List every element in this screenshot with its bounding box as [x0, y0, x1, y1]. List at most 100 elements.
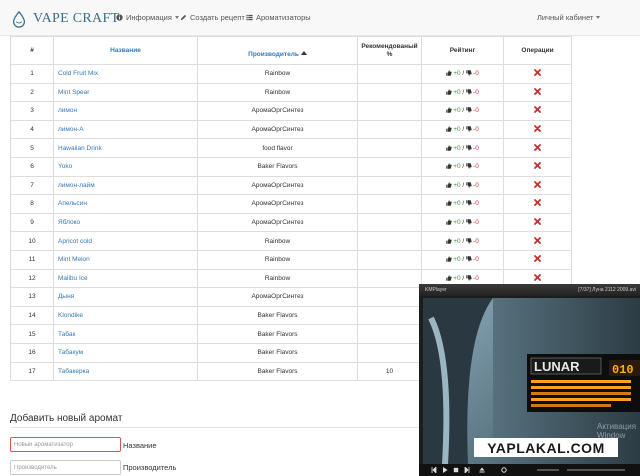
rating-down: -0: [473, 70, 479, 78]
settings-icon[interactable]: [501, 467, 507, 473]
flavor-name-link[interactable]: Malibu Ice: [53, 268, 198, 289]
table-row: 6 Yoko Baker Flavors +0 / -0: [10, 156, 572, 177]
rating-down: -0: [473, 256, 479, 264]
operations-cell[interactable]: [503, 212, 572, 233]
delete-icon[interactable]: [534, 199, 541, 207]
stop-icon[interactable]: [453, 467, 459, 473]
prev-icon[interactable]: [431, 467, 437, 473]
flavor-name-link[interactable]: лимон-лайм: [53, 175, 198, 196]
flavor-name-link[interactable]: Mint Melon: [53, 249, 198, 270]
nav-flavors[interactable]: Ароматизаторы: [246, 13, 311, 22]
flavor-name-link[interactable]: Hawaiian Drink: [53, 138, 198, 158]
rating-cell[interactable]: +0 / -0: [421, 194, 504, 214]
delete-icon[interactable]: [534, 125, 541, 132]
delete-icon[interactable]: [534, 143, 541, 151]
nav-create-recipe[interactable]: Создать рецепт: [180, 13, 245, 22]
column-header-manufacturer-label[interactable]: Производитель: [248, 51, 299, 58]
manufacturer-cell: АромаОргСинтез: [197, 175, 358, 196]
flavor-name-link[interactable]: лимон: [53, 101, 198, 121]
manufacturer-cell: food flavor: [197, 138, 358, 158]
volume-slider[interactable]: [537, 469, 559, 471]
flavor-name-link[interactable]: Klondike: [53, 305, 198, 326]
operations-cell[interactable]: [503, 101, 572, 121]
rating-cell[interactable]: +0 / -0: [421, 64, 504, 84]
rating-cell[interactable]: +0 / -0: [421, 212, 504, 233]
operations-cell[interactable]: [503, 119, 572, 140]
delete-icon[interactable]: [534, 69, 541, 77]
play-icon[interactable]: [442, 467, 448, 473]
thumbs-up-icon: [446, 107, 452, 114]
flavor-name-link[interactable]: Yoko: [53, 156, 198, 177]
thumbs-down-icon: [466, 70, 472, 76]
row-number: 5: [10, 138, 54, 158]
operations-cell[interactable]: [503, 249, 572, 270]
manufacturer-cell: АромаОргСинтез: [197, 287, 358, 307]
recommended-cell: [357, 287, 422, 307]
rating-cell[interactable]: +0 / -0: [421, 156, 504, 177]
flavor-name-link[interactable]: Табакерка: [53, 361, 198, 382]
recommended-cell: [357, 101, 422, 121]
operations-cell[interactable]: [503, 156, 572, 177]
row-number: 14: [10, 305, 54, 326]
yaplakal-watermark: YAPLAKAL.COM: [474, 438, 618, 457]
column-header-num: #: [10, 36, 54, 65]
rating-cell[interactable]: +0 / -0: [421, 82, 504, 103]
flavor-name-link[interactable]: Mint Spear: [53, 82, 198, 103]
eject-icon[interactable]: [479, 467, 485, 473]
table-row: 4 лимон-А АромаОргСинтез +0 / -0: [10, 119, 572, 140]
rating-down: -0: [473, 144, 479, 152]
operations-cell[interactable]: [503, 82, 572, 103]
brand[interactable]: VAPE CRAFT: [10, 9, 119, 29]
flavor-name-link[interactable]: Cold Fruit Mix: [53, 64, 198, 84]
flavor-name-link[interactable]: Apricot cold: [53, 231, 198, 251]
flavor-name-link[interactable]: Яблоко: [53, 212, 198, 233]
operations-cell[interactable]: [503, 194, 572, 214]
delete-icon[interactable]: [534, 87, 541, 95]
delete-icon[interactable]: [534, 218, 541, 225]
column-header-name[interactable]: Название: [53, 36, 198, 65]
flavor-name-link[interactable]: лимон-А: [53, 119, 198, 140]
column-header-name-label[interactable]: Название: [110, 47, 141, 54]
table-row: 7 лимон-лайм АромаОргСинтез +0 / -0: [10, 175, 572, 196]
thumbs-up-icon: [446, 89, 452, 95]
delete-icon[interactable]: [534, 273, 541, 281]
rating-cell[interactable]: +0 / -0: [421, 175, 504, 196]
column-header-manufacturer[interactable]: Производитель: [197, 36, 358, 65]
player-titlebar[interactable]: KMPlayer [7/37] Луна 2112 2009.avi: [419, 284, 640, 296]
operations-cell[interactable]: [503, 138, 572, 158]
rating-cell[interactable]: +0 / -0: [421, 231, 504, 251]
delete-icon[interactable]: [534, 180, 541, 188]
flavor-name-link[interactable]: Табакум: [53, 342, 198, 363]
nav-create-recipe-label: Создать рецепт: [190, 13, 245, 22]
nav-info[interactable]: Информация: [116, 13, 179, 22]
list-icon: [246, 14, 253, 21]
rating-cell[interactable]: +0 / -0: [421, 138, 504, 158]
row-number: 12: [10, 268, 54, 289]
seek-slider[interactable]: [567, 469, 625, 471]
delete-icon[interactable]: [534, 106, 541, 114]
recommended-cell: [357, 342, 422, 363]
operations-cell[interactable]: [503, 231, 572, 251]
operations-cell[interactable]: [503, 175, 572, 196]
delete-icon[interactable]: [534, 236, 541, 244]
rating-up: +0: [453, 181, 461, 189]
rating-down: -0: [473, 107, 479, 115]
delete-icon[interactable]: [534, 162, 541, 170]
rating-cell[interactable]: +0 / -0: [421, 249, 504, 270]
next-icon[interactable]: [464, 467, 470, 473]
flavor-name-input[interactable]: [10, 437, 121, 452]
flavor-name-link[interactable]: Табак: [53, 324, 198, 344]
thumbs-down-icon: [466, 126, 472, 132]
thumbs-down-icon: [466, 89, 472, 95]
nav-account[interactable]: Личный кабинет: [537, 13, 601, 22]
operations-cell[interactable]: [503, 64, 572, 84]
flavor-name-link[interactable]: Апельсин: [53, 194, 198, 214]
row-number: 8: [10, 194, 54, 214]
recommended-cell: 10: [357, 361, 422, 382]
thumbs-down-icon: [466, 237, 472, 244]
rating-cell[interactable]: +0 / -0: [421, 101, 504, 121]
flavor-name-link[interactable]: Дыня: [53, 287, 198, 307]
delete-icon[interactable]: [534, 255, 541, 263]
manufacturer-input[interactable]: [10, 460, 121, 475]
rating-cell[interactable]: +0 / -0: [421, 119, 504, 140]
